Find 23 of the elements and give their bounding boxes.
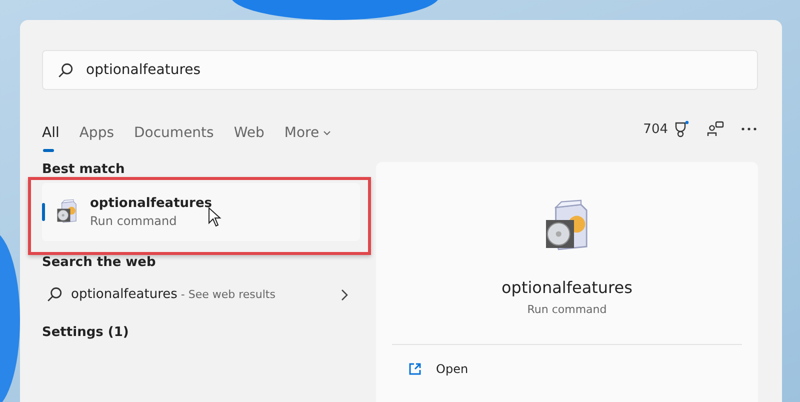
search-field[interactable]: optionalfeatures <box>42 50 758 90</box>
web-search-item[interactable]: optionalfeatures - See web results <box>42 286 360 303</box>
preview-title: optionalfeatures <box>502 278 632 297</box>
filter-tab[interactable]: Apps <box>79 115 114 153</box>
open-action[interactable]: Open <box>402 361 474 377</box>
search-icon <box>57 62 74 78</box>
points-count: 704 <box>643 122 668 136</box>
result-subtitle: Run command <box>90 214 178 228</box>
preview-subtitle: Run command <box>527 303 607 316</box>
filter-tab[interactable]: More <box>284 115 332 153</box>
search-icon <box>46 286 63 303</box>
section-heading: Search the web <box>42 255 157 270</box>
filter-tab[interactable]: Web <box>234 115 264 153</box>
chevron-right-icon <box>340 288 348 300</box>
open-external-icon <box>408 362 422 376</box>
filter-tab[interactable]: Documents <box>134 115 214 153</box>
section-heading: Best match <box>42 162 126 177</box>
result-title: optionalfeatures <box>90 196 212 211</box>
best-match-item[interactable]: optionalfeatures Run command <box>42 183 360 241</box>
filter-tab[interactable]: All <box>42 115 60 153</box>
people-chat-icon[interactable] <box>706 120 724 138</box>
section-heading: Settings (1) <box>42 325 130 340</box>
chevron-down-icon <box>323 129 332 137</box>
